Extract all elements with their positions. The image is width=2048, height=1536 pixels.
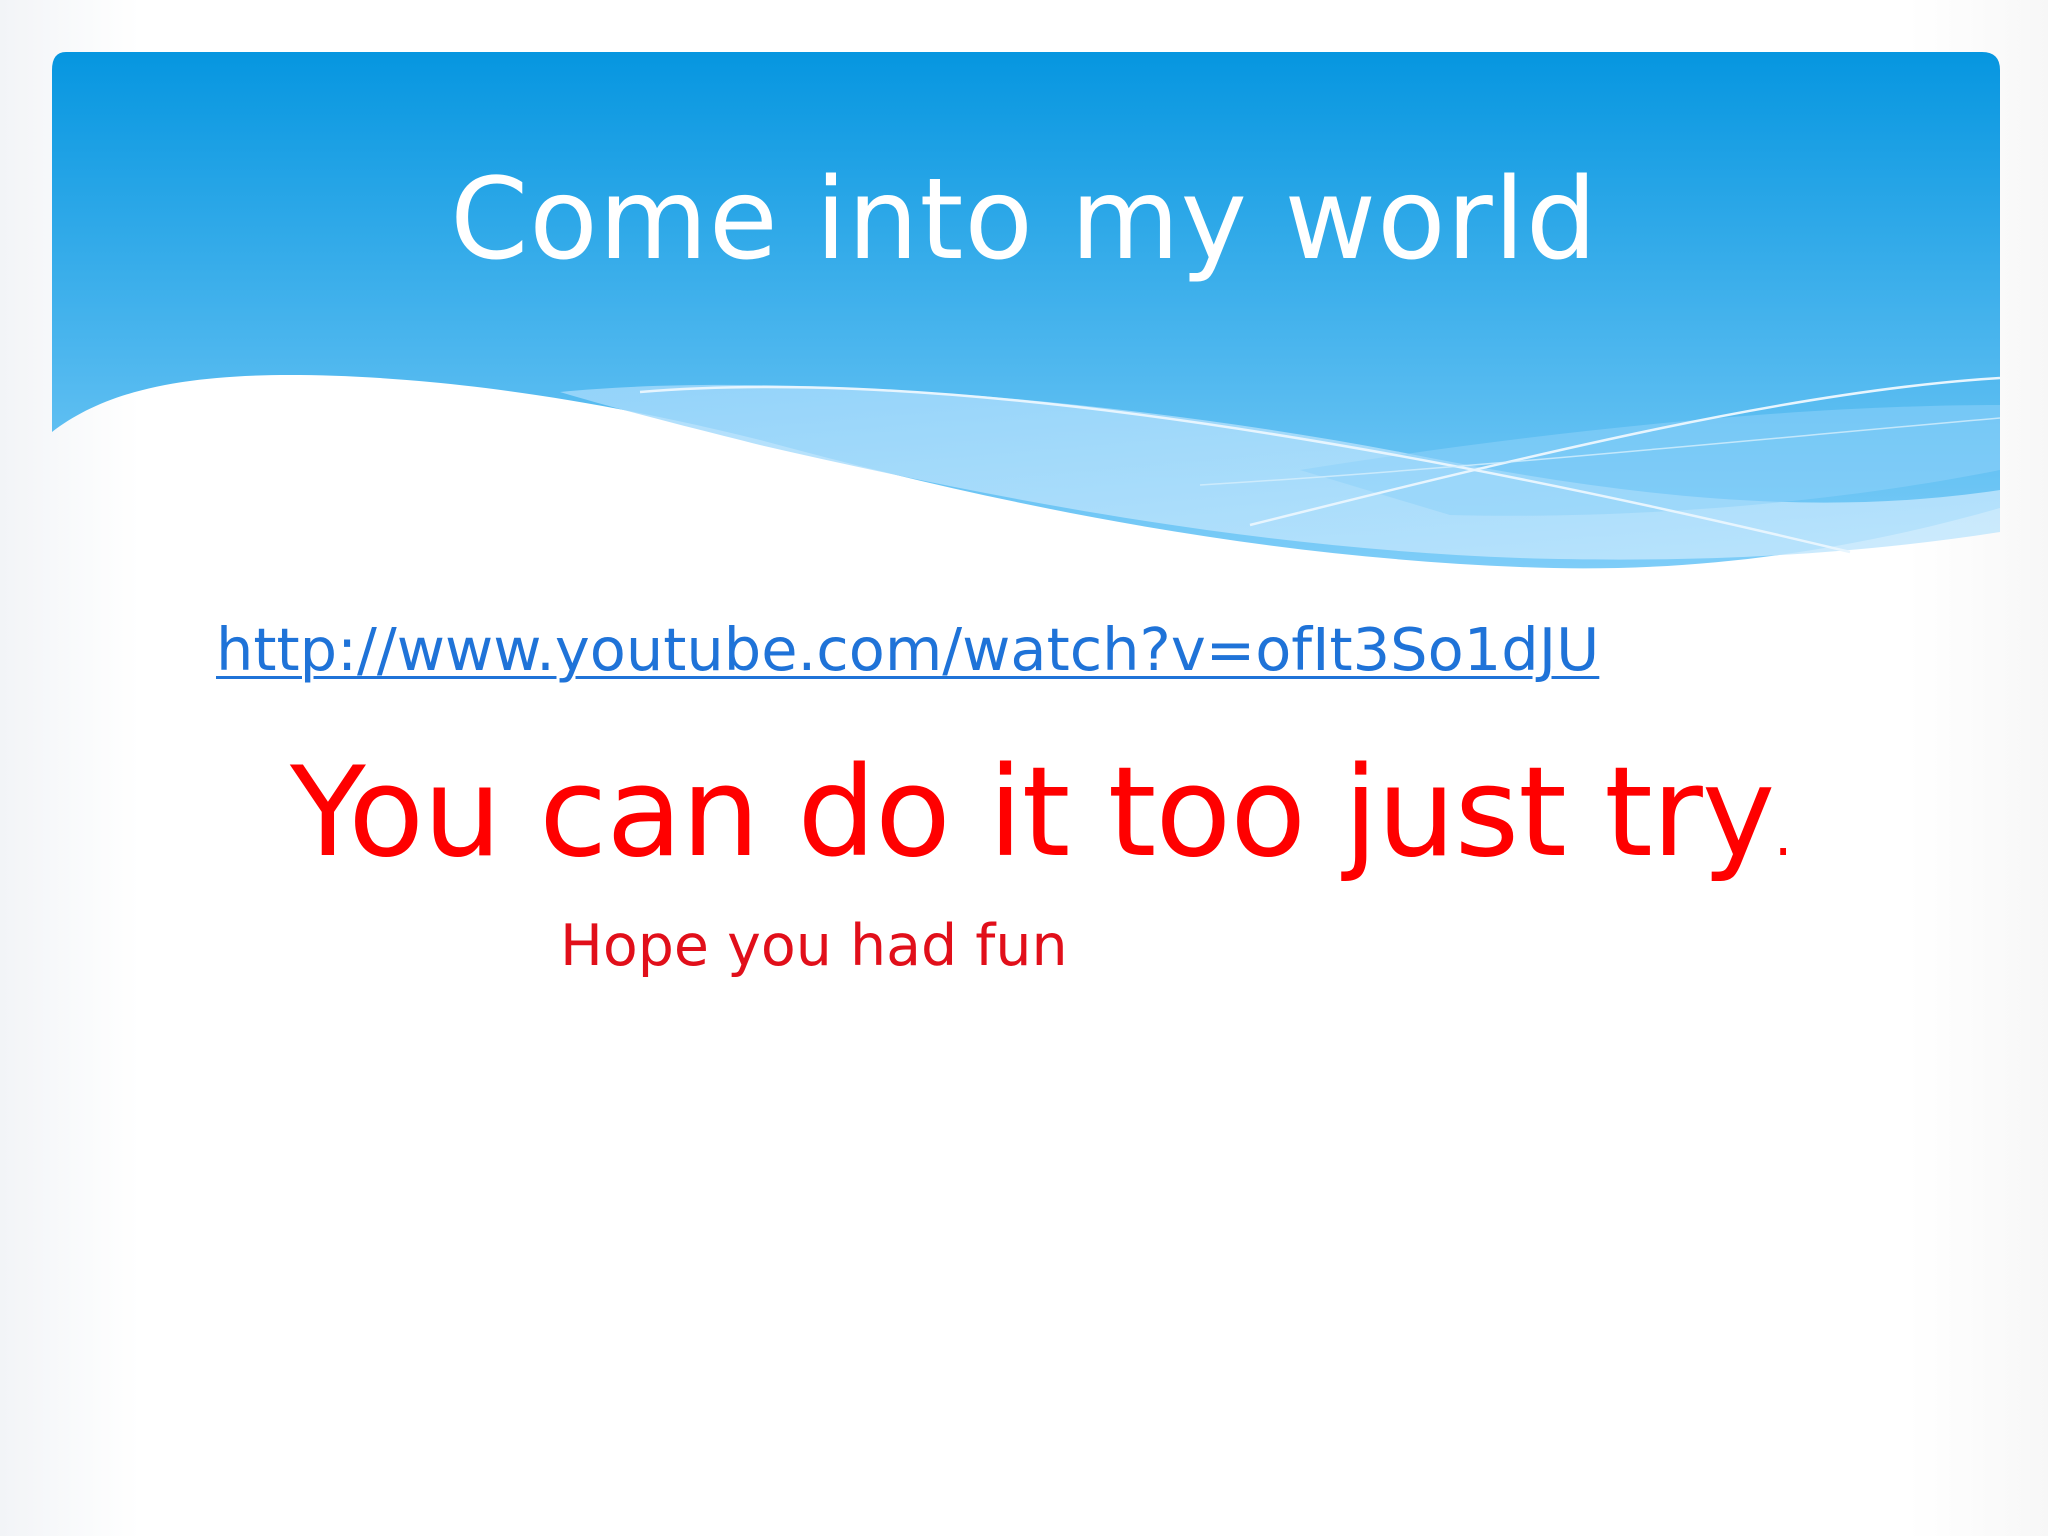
slide-title: Come into my world — [450, 155, 1598, 285]
main-message: You can do it too just try. — [290, 738, 1792, 912]
closing-message: Hope you had fun — [560, 913, 1068, 979]
main-message-text: You can do it too just try — [290, 741, 1775, 885]
youtube-video-link[interactable]: http://www.youtube.com/watch?v=ofIt3So1d… — [216, 612, 1599, 688]
slide: Come into my world http://www.youtube.co… — [0, 0, 2048, 1536]
header-wave-banner — [52, 52, 2001, 569]
main-message-period: . — [1774, 804, 1792, 869]
